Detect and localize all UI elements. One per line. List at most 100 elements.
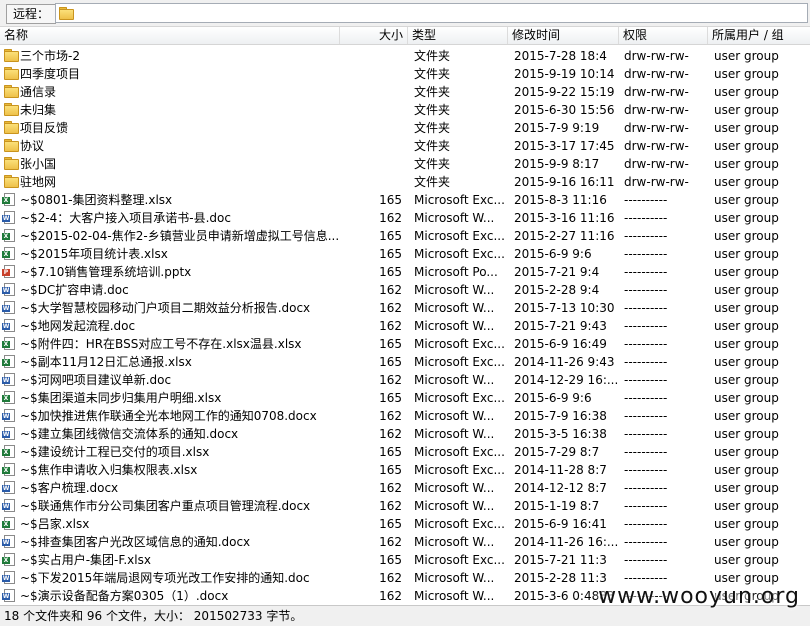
table-row[interactable]: W ~$联通焦作市分公司集团客户重点项目管理流程.docx 162 Microsoft… — [0, 497, 810, 515]
folder-icon — [59, 7, 74, 20]
column-modified[interactable]: 修改时间 — [508, 27, 619, 44]
column-name[interactable]: 名称 — [0, 27, 340, 44]
path-bar: 远程： — [0, 0, 810, 27]
file-size: 165 — [379, 247, 402, 261]
file-size: 165 — [379, 553, 402, 567]
table-row[interactable]: W ~$排查集团客户光改区域信息的通知.docx 162 Microsoft W...… — [0, 533, 810, 551]
file-permissions: drw-rw-rw- — [624, 67, 689, 81]
table-row[interactable]: X ~$实占用户-集团-F.xlsx 165 Microsoft Exc... 2015… — [0, 551, 810, 569]
table-row[interactable]: 四季度项目 文件夹 2015-9-19 10:14 drw-rw-rw-user gr… — [0, 65, 810, 83]
folder-icon — [4, 67, 19, 80]
excel-file-icon: X — [2, 355, 15, 368]
table-row[interactable]: 项目反馈 文件夹 2015-7-9 9:19 drw-rw-rw-user group — [0, 119, 810, 137]
file-name: ~$吕家.xlsx — [20, 517, 90, 531]
table-row[interactable]: X ~$副本11月12日汇总通报.xlsx 165 Microsoft Exc... 2… — [0, 353, 810, 371]
excel-file-icon: X — [2, 517, 15, 530]
file-type: Microsoft W... — [414, 409, 495, 423]
file-type: Microsoft Exc... — [414, 355, 505, 369]
file-name: 协议 — [20, 139, 45, 153]
file-name: 通信录 — [20, 85, 57, 99]
file-owner: user group — [714, 265, 779, 279]
file-modified: 2015-6-9 9:6 — [514, 391, 592, 405]
table-row[interactable]: W ~$2-4：大客户接入项目承诺书-县.doc 162 Microsoft W...… — [0, 209, 810, 227]
file-type: 文件夹 — [414, 139, 451, 153]
file-name: ~$排查集团客户光改区域信息的通知.docx — [20, 535, 251, 549]
table-row[interactable]: P ~$7.10销售管理系统培训.pptx 165 Microsoft Po... 20… — [0, 263, 810, 281]
file-list[interactable]: 三个市场-2 文件夹 2015-7-28 18:4 drw-rw-rw-user gr… — [0, 47, 810, 605]
table-row[interactable]: 三个市场-2 文件夹 2015-7-28 18:4 drw-rw-rw-user gr… — [0, 47, 810, 65]
table-row[interactable]: 通信录 文件夹 2015-9-22 15:19 drw-rw-rw-user grou… — [0, 83, 810, 101]
file-permissions: ---------- — [624, 427, 668, 441]
table-row[interactable]: W ~$DC扩容申请.doc 162 Microsoft W... 2015-2-28 … — [0, 281, 810, 299]
table-row[interactable]: X ~$2015-02-04-焦作2-乡镇营业员申请新增虚拟工号信息... 165 M… — [0, 227, 810, 245]
file-modified: 2015-6-9 16:41 — [514, 517, 607, 531]
file-permissions: ---------- — [624, 265, 668, 279]
file-permissions: ---------- — [624, 319, 668, 333]
table-row[interactable]: X ~$焦作申请收入归集权限表.xlsx 165 Microsoft Exc... 20… — [0, 461, 810, 479]
file-owner: user group — [714, 247, 779, 261]
table-row[interactable]: 张小国 文件夹 2015-9-9 8:17 drw-rw-rw-user group — [0, 155, 810, 173]
column-owner[interactable]: 所属用户 / 组 — [708, 27, 810, 44]
column-type[interactable]: 类型 — [408, 27, 508, 44]
file-modified: 2015-7-28 18:4 — [514, 49, 607, 63]
table-row[interactable]: X ~$0801-集团资料整理.xlsx 165 Microsoft Exc... 20… — [0, 191, 810, 209]
file-type: Microsoft Exc... — [414, 247, 505, 261]
file-owner: user group — [714, 553, 779, 567]
file-owner: user group — [714, 373, 779, 387]
column-size[interactable]: 大小 — [340, 27, 408, 44]
table-row[interactable]: W ~$客户梳理.docx 162 Microsoft W... 2014-12-12 … — [0, 479, 810, 497]
file-type: 文件夹 — [414, 157, 451, 171]
column-permissions[interactable]: 权限 — [619, 27, 708, 44]
file-name: 三个市场-2 — [20, 49, 80, 63]
file-permissions: ---------- — [624, 193, 668, 207]
table-row[interactable]: X ~$2015年项目统计表.xlsx 165 Microsoft Exc... 201… — [0, 245, 810, 263]
file-modified: 2015-2-27 11:16 — [514, 229, 615, 243]
file-size: 162 — [379, 301, 402, 315]
file-permissions: ---------- — [624, 211, 668, 225]
column-permissions-label: 权限 — [623, 28, 648, 42]
file-type: Microsoft W... — [414, 427, 495, 441]
file-size: 162 — [379, 373, 402, 387]
file-name: 张小国 — [20, 157, 57, 171]
file-owner: user group — [714, 283, 779, 297]
file-size: 165 — [379, 193, 402, 207]
file-type: 文件夹 — [414, 67, 451, 81]
watermark-text: www.wooyun.org — [598, 584, 800, 609]
file-size — [340, 137, 402, 155]
file-modified: 2015-7-21 11:3 — [514, 553, 607, 567]
file-name: ~$7.10销售管理系统培训.pptx — [20, 265, 192, 279]
table-row[interactable]: X ~$吕家.xlsx 165 Microsoft Exc... 2015-6-9 16… — [0, 515, 810, 533]
file-permissions: ---------- — [624, 517, 668, 531]
file-permissions: drw-rw-rw- — [624, 103, 689, 117]
table-row[interactable]: W ~$建立集团线微信交流体系的通知.docx 162 Microsoft W... 2… — [0, 425, 810, 443]
file-name: ~$2-4：大客户接入项目承诺书-县.doc — [20, 211, 231, 225]
file-type: 文件夹 — [414, 103, 451, 117]
table-row[interactable]: 协议 文件夹 2015-3-17 17:45 drw-rw-rw-user group — [0, 137, 810, 155]
table-row[interactable]: X ~$附件四：HR在BSS对应工号不存在.xlsx温县.xlsx 165 Micro… — [0, 335, 810, 353]
file-owner: user group — [714, 157, 779, 171]
file-modified: 2015-2-28 9:4 — [514, 283, 600, 297]
table-row[interactable]: 未归集 文件夹 2015-6-30 15:56 drw-rw-rw-user grou… — [0, 101, 810, 119]
file-modified: 2015-7-29 8:7 — [514, 445, 600, 459]
file-type: Microsoft Exc... — [414, 445, 505, 459]
file-modified: 2014-11-26 16:... — [514, 535, 619, 549]
word-file-icon: W — [2, 589, 15, 602]
file-modified: 2015-7-9 16:38 — [514, 409, 607, 423]
table-row[interactable]: W ~$加快推进焦作联通全光本地网工作的通知0708.docx 162 Microso… — [0, 407, 810, 425]
file-modified: 2015-7-21 9:43 — [514, 319, 607, 333]
table-row[interactable]: W ~$大学智慧校园移动门户项目二期效益分析报告.docx 162 Microsoft… — [0, 299, 810, 317]
table-row[interactable]: W ~$河网吧项目建议单新.doc 162 Microsoft W... 2014-12… — [0, 371, 810, 389]
table-row[interactable]: X ~$集团渠道未同步归集用户明细.xlsx 165 Microsoft Exc...… — [0, 389, 810, 407]
file-modified: 2015-3-16 11:16 — [514, 211, 615, 225]
file-size: 162 — [379, 211, 402, 225]
table-row[interactable]: X ~$建设统计工程已交付的项目.xlsx 165 Microsoft Exc... 2… — [0, 443, 810, 461]
table-row[interactable]: 驻地网 文件夹 2015-9-16 16:11 drw-rw-rw-user grou… — [0, 173, 810, 191]
file-owner: user group — [714, 499, 779, 513]
excel-file-icon: X — [2, 553, 15, 566]
table-row[interactable]: W ~$地网发起流程.doc 162 Microsoft W... 2015-7-21 … — [0, 317, 810, 335]
file-size: 162 — [379, 499, 402, 513]
file-owner: user group — [714, 481, 779, 495]
excel-file-icon: X — [2, 247, 15, 260]
remote-path-input[interactable] — [55, 3, 808, 23]
file-permissions: drw-rw-rw- — [624, 85, 689, 99]
